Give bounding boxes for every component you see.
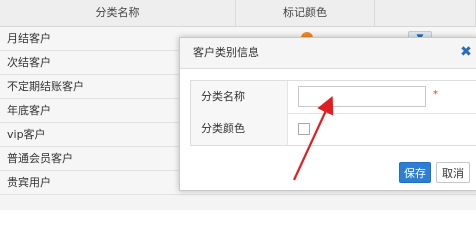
color-row: 分类颜色: [191, 113, 476, 145]
row-name: vip客户: [7, 128, 46, 141]
cancel-button[interactable]: 取消: [436, 162, 470, 183]
row-name: 普通会员客户: [7, 152, 73, 165]
column-header-actions: [375, 0, 476, 26]
dialog-header: 客户类别信息 ✖: [180, 38, 476, 69]
save-button[interactable]: 保存: [399, 162, 431, 183]
row-name: 贵宾用户: [7, 176, 51, 189]
table-header: 分类名称 标记颜色: [0, 0, 476, 27]
row-name: 年底客户: [7, 104, 51, 117]
required-mark: *: [433, 89, 438, 100]
dialog-title: 客户类别信息: [193, 46, 259, 59]
row-name: 不定期结账客户: [7, 80, 84, 93]
name-row: 分类名称 *: [191, 81, 476, 114]
category-name-input[interactable]: [298, 86, 426, 107]
color-picker[interactable]: [298, 123, 310, 135]
name-label: 分类名称: [201, 90, 245, 103]
name-label-cell: 分类名称: [191, 81, 288, 113]
category-dialog: 客户类别信息 ✖ 分类名称 * 分类颜色 保存 取消: [179, 37, 476, 191]
category-form: 分类名称 * 分类颜色: [190, 80, 476, 146]
close-icon[interactable]: ✖: [459, 45, 473, 59]
color-label: 分类颜色: [201, 122, 245, 135]
row-name: 月结客户: [7, 32, 51, 45]
column-header-color: 标记颜色: [236, 0, 375, 26]
row-name: 次结客户: [7, 56, 51, 69]
column-header-name: 分类名称: [0, 0, 236, 26]
color-label-cell: 分类颜色: [191, 113, 288, 145]
